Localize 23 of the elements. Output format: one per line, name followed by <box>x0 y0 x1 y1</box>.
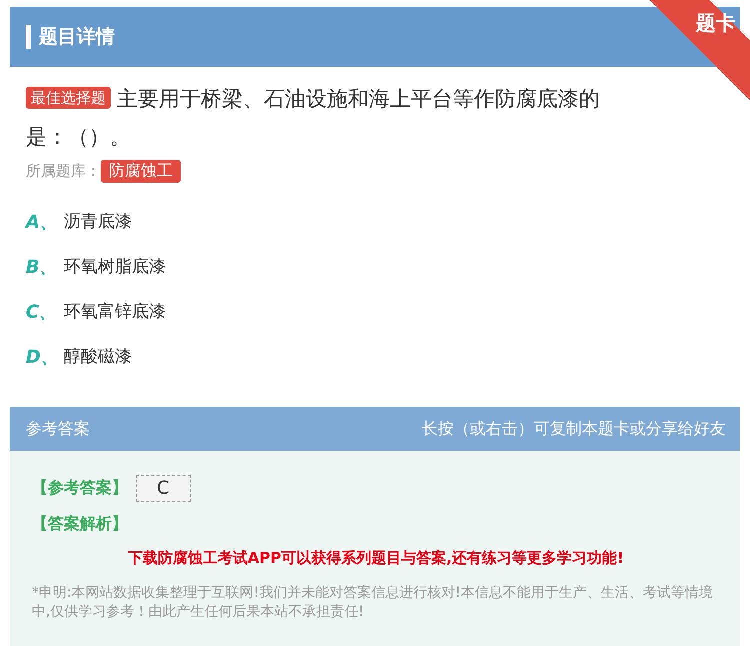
corner-ribbon[interactable]: 题卡 <box>650 0 750 100</box>
answer-value: C <box>136 475 191 502</box>
analysis-label: 【答案解析】 <box>32 514 129 535</box>
option-text: 环氧富锌底漆 <box>64 301 166 323</box>
title-marker-icon <box>26 25 31 49</box>
header-title: 题目详情 <box>39 25 115 50</box>
share-hint: 长按（或右击）可复制本题卡或分享给好友 <box>422 418 726 440</box>
answer-label: 【参考答案】 <box>32 478 128 499</box>
option-text: 沥青底漆 <box>64 211 132 233</box>
option-letter: A、 <box>26 210 52 234</box>
answer-header-title: 参考答案 <box>26 418 90 440</box>
option-letter: D、 <box>26 346 52 368</box>
bank-label: 所属题库： <box>26 162 101 181</box>
question-text: 是：（）。 <box>26 125 131 149</box>
option-letter: C、 <box>26 300 52 324</box>
disclaimer-text: *申明:本网站数据收集整理于互联网!我们并未能对答案信息进行核对!本信息不能用于生产、生活、考试等情境中,仅供学习参考！由此产生任何后果本站不承担责任! <box>32 584 714 622</box>
bank-tag[interactable]: 防腐蚀工 <box>101 160 181 183</box>
question-type-tag: 最佳选择题 <box>26 87 111 109</box>
option-letter: B、 <box>26 256 52 278</box>
option-text: 环氧树脂底漆 <box>64 256 166 278</box>
question-text: 主要用于桥梁、石油设施和海上平台等作防腐底漆的 <box>117 87 600 111</box>
option-text: 醇酸磁漆 <box>64 346 132 368</box>
promo-text: 下载防腐蚀工考试APP可以获得系列题目与答案,还有练习等更多学习功能! <box>128 549 624 567</box>
